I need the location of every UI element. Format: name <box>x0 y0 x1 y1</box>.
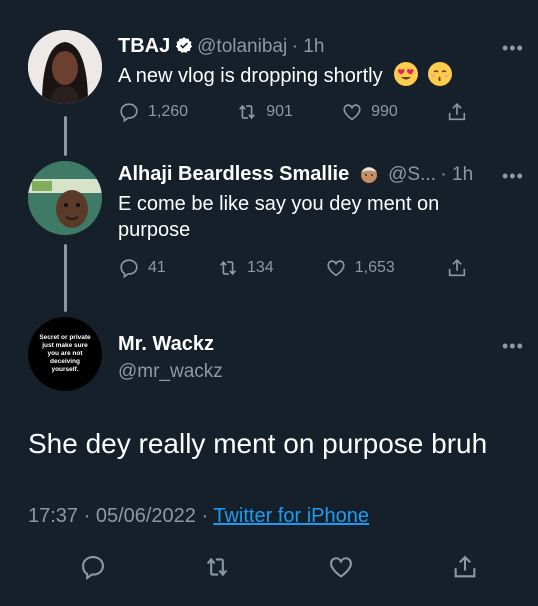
tweet-actions: 41 134 1,653 <box>118 257 468 279</box>
avatar-mr-wackz[interactable]: Secret or private just make sure you are… <box>28 317 102 391</box>
kissing-closed-eyes-emoji-icon <box>427 62 452 86</box>
tweet-meta: 17:37 · 05/06/2022 · Twitter for iPhone <box>28 505 369 528</box>
avatar-tbaj[interactable] <box>28 30 102 104</box>
tweet-actions: 1,260 901 990 <box>118 101 468 123</box>
retweet-count: 134 <box>246 259 274 276</box>
reply-icon <box>120 259 138 279</box>
like-button[interactable]: 990 <box>341 101 398 123</box>
display-name[interactable]: Mr. Wackz <box>118 333 214 356</box>
retweet-icon <box>239 104 256 120</box>
heart-icon[interactable] <box>327 553 355 581</box>
share-button[interactable] <box>446 101 468 123</box>
heart-icon <box>327 260 345 277</box>
tweet-text-content: A new vlog is dropping shortly <box>118 65 383 87</box>
like-button[interactable]: 1,653 <box>325 257 395 279</box>
more-options-icon[interactable]: ••• <box>502 38 524 59</box>
reply-count: 41 <box>148 259 166 276</box>
source-link[interactable]: Twitter for iPhone <box>213 505 369 527</box>
retweet-count: 901 <box>266 103 293 120</box>
more-options-icon[interactable]: ••• <box>502 166 524 187</box>
share-icon[interactable] <box>451 553 479 581</box>
tweet-text: E come be like say you dey ment on purpo… <box>118 191 439 243</box>
tweet-text: A new vlog is dropping shortly <box>118 62 452 89</box>
thread-line-2 <box>64 244 67 312</box>
tweet-text: She dey really ment on purpose bruh <box>28 428 488 459</box>
reply-button[interactable]: 41 <box>118 257 166 279</box>
avatar-text-3: you are not <box>47 350 83 357</box>
tweet-header: Alhaji Beardless Smallie @S... · 1h <box>118 162 473 186</box>
display-name[interactable]: TBAJ <box>118 35 170 57</box>
share-icon <box>448 259 466 277</box>
heart-eyes-emoji-icon <box>394 62 419 86</box>
tweet-header: TBAJ @tolanibaj · 1h <box>118 35 324 58</box>
handle[interactable]: @S... <box>388 164 436 185</box>
display-name[interactable]: Alhaji Beardless Smallie <box>118 163 349 185</box>
reply-button[interactable]: 1,260 <box>118 101 188 123</box>
like-count: 1,653 <box>354 259 395 276</box>
retweet-icon <box>219 260 236 276</box>
reply-count: 1,260 <box>148 103 189 120</box>
man-with-turban-emoji-icon <box>358 162 380 184</box>
tweet-text-line-2: purpose <box>118 219 191 241</box>
tweet-action-bar <box>0 553 538 583</box>
avatar-alhaji[interactable] <box>28 161 102 235</box>
more-options-icon[interactable]: ••• <box>502 336 524 357</box>
timestamp[interactable]: · 1h <box>292 36 325 57</box>
like-count: 990 <box>371 103 398 120</box>
avatar-text-5: yourself. <box>51 366 79 373</box>
handle[interactable]: @mr_wackz <box>118 361 223 383</box>
thread-line-1 <box>64 116 67 156</box>
reply-icon[interactable] <box>79 553 107 581</box>
verified-badge-icon <box>175 37 192 54</box>
retweet-button[interactable]: 134 <box>217 257 274 279</box>
avatar-text-2: just make sure <box>42 342 88 349</box>
share-icon <box>448 103 466 121</box>
retweet-button[interactable]: 901 <box>236 101 293 123</box>
tweet-text-line-1: E come be like say you dey ment on <box>118 193 440 215</box>
retweet-icon[interactable] <box>203 553 231 581</box>
share-button[interactable] <box>446 257 468 279</box>
reply-icon <box>120 103 138 123</box>
heart-icon <box>343 104 361 121</box>
tweet-timestamp[interactable]: 17:37 · 05/06/2022 · <box>28 505 208 527</box>
avatar-tbaj-image <box>28 30 102 104</box>
timestamp[interactable]: · 1h <box>440 164 473 185</box>
avatar-text-1: Secret or private <box>39 334 91 341</box>
avatar-alhaji-image <box>28 161 102 235</box>
handle[interactable]: @tolanibaj <box>197 36 287 57</box>
avatar-text-4: deceiving <box>50 358 80 365</box>
